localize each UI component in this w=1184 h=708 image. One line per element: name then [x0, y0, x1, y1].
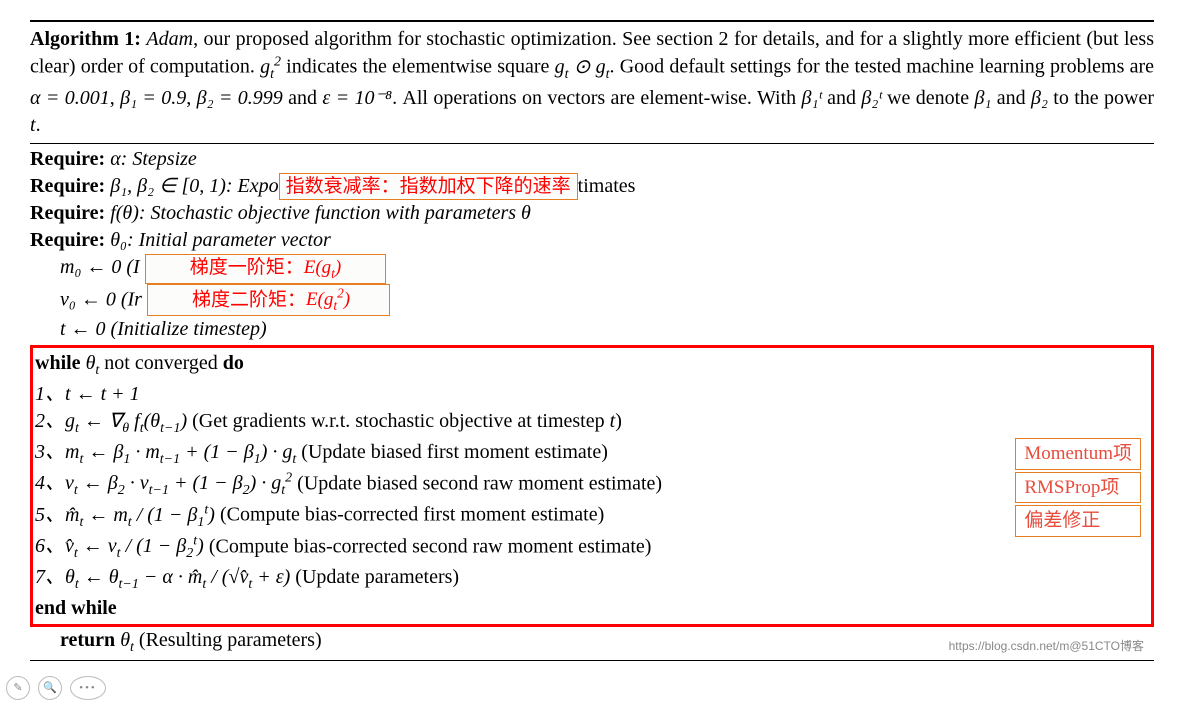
bias-correction-label: 偏差修正 — [1015, 505, 1141, 537]
algorithm-header: Algorithm 1: Adam, our proposed algorith… — [30, 20, 1154, 144]
footer-toolbar: ✎ 🔍 ••• — [6, 676, 106, 700]
pencil-icon[interactable]: ✎ — [6, 676, 30, 700]
rmsprop-label: RMSProp项 — [1015, 472, 1141, 504]
decay-rate-annotation: 指数衰减率：指数加权下降的速率 — [279, 173, 578, 201]
algorithm-box: Algorithm 1: Adam, our proposed algorith… — [30, 20, 1154, 661]
search-icon[interactable]: 🔍 — [38, 676, 62, 700]
loop-line-4: 4、vt ← β2 · vt−1 + (1 − β2) · gt2 (Updat… — [35, 470, 1149, 502]
algo-name: Adam — [146, 28, 193, 50]
loop-line-5: 5、m̂t ← mt / (1 − β1t) (Compute bias-cor… — [35, 501, 1149, 533]
while-loop-highlight: while θt not converged do 1、t ← t + 1 2、… — [30, 345, 1154, 627]
loop-line-1: 1、t ← t + 1 — [35, 381, 1149, 408]
momentum-label: Momentum项 — [1015, 438, 1141, 470]
side-annotations: Momentum项 RMSProp项 偏差修正 — [1015, 438, 1141, 539]
loop-line-7: 7、θt ← θt−1 − α · m̂t / (√v̂t + ε) (Upda… — [35, 564, 1149, 595]
loop-line-3: 3、mt ← β1 · mt−1 + (1 − β1) · gt (Update… — [35, 439, 1149, 470]
second-moment-annotation: 梯度二阶矩：E(gt2) — [147, 284, 390, 316]
more-icon[interactable]: ••• — [70, 676, 106, 700]
loop-line-6: 6、v̂t ← vt / (1 − β2t) (Compute bias-cor… — [35, 533, 1149, 565]
first-moment-annotation: 梯度一阶矩：E(gt) — [145, 254, 386, 284]
loop-line-2: 2、gt ← ∇θ ft(θt−1) (Get gradients w.r.t.… — [35, 408, 1149, 439]
algo-label: Algorithm 1: — [30, 28, 141, 50]
watermark-text: https://blog.csdn.net/m@51CTO博客 — [949, 638, 1144, 654]
require-block: Require: α: Stepsize Require: β₁, β₂ ∈ [… — [30, 144, 1154, 662]
